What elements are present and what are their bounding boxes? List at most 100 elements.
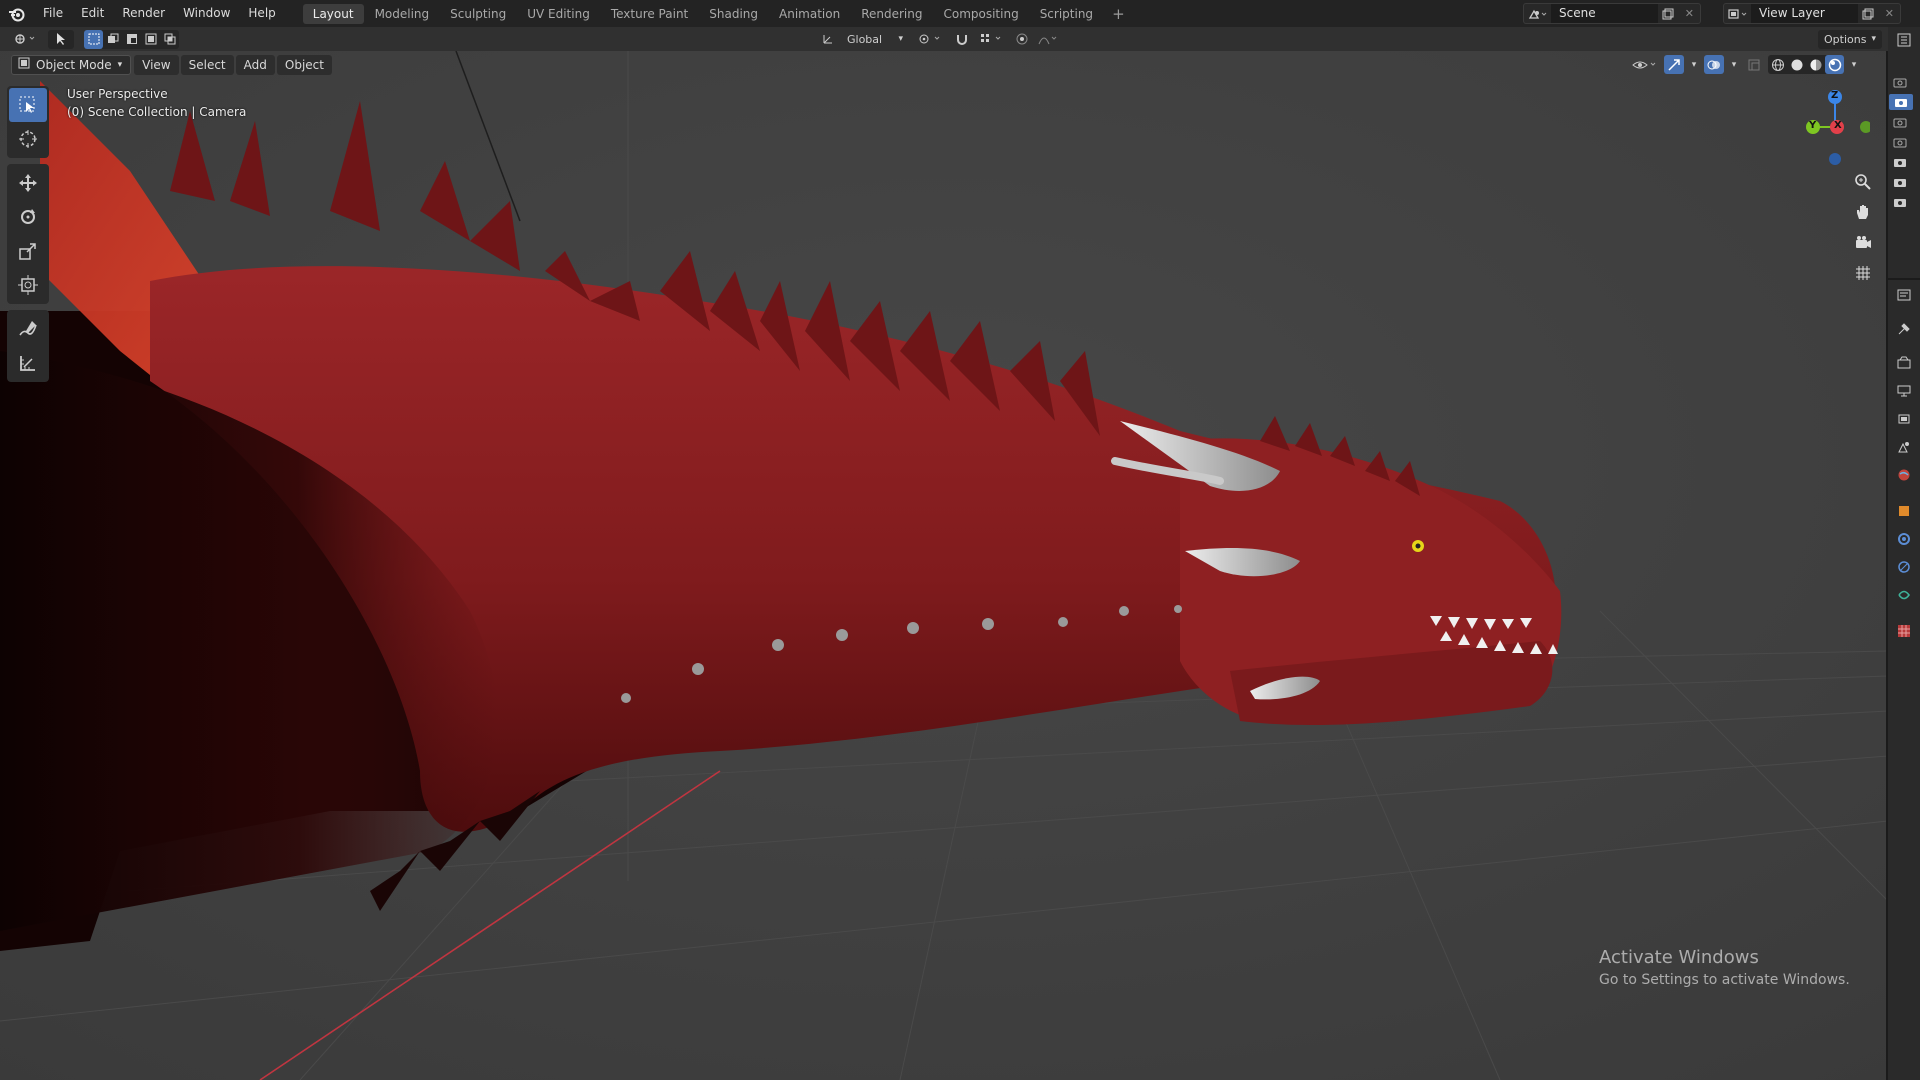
tab-layout[interactable]: Layout [302,3,364,24]
transform-controls: Global ▾ [819,30,1061,49]
tab-scripting[interactable]: Scripting [1030,4,1103,24]
menu-help[interactable]: Help [239,0,284,27]
object-icon[interactable] [1893,500,1915,522]
outliner-editor-icon[interactable] [1893,29,1915,51]
gizmo-x-label: X [1834,120,1842,131]
output-icon[interactable] [1893,380,1915,402]
camera-view-icon[interactable] [1849,229,1877,257]
select-box-icon[interactable] [9,88,47,122]
scene-icon[interactable] [1893,436,1915,458]
select-tool-icon[interactable] [48,29,74,49]
chevron-down-icon[interactable]: ▾ [1688,55,1700,74]
menu-file[interactable]: File [34,0,72,27]
ortho-grid-icon[interactable] [1849,259,1877,287]
camera-icon[interactable] [1893,116,1907,131]
falloff-curve-icon[interactable] [1035,30,1061,49]
select-new-icon[interactable] [84,29,103,49]
viewport-menu-view[interactable]: View [134,54,179,75]
tab-rendering[interactable]: Rendering [851,4,932,24]
chevron-down-icon[interactable]: ▾ [1848,55,1860,74]
tab-sculpting[interactable]: Sculpting [440,4,516,24]
tab-uv-editing[interactable]: UV Editing [517,4,600,24]
material-shading-icon[interactable] [1806,55,1825,74]
zoom-icon[interactable] [1849,168,1877,196]
menu-window[interactable]: Window [174,0,239,27]
pivot-point-icon[interactable] [913,30,949,49]
scale-icon[interactable] [9,234,47,268]
tab-shading[interactable]: Shading [699,4,768,24]
select-intersect-icon[interactable] [160,30,179,49]
annotate-icon[interactable] [9,312,47,346]
menu-render[interactable]: Render [113,0,174,27]
orientation-dropdown[interactable]: Global ▾ [841,30,909,49]
menu-edit[interactable]: Edit [72,0,113,27]
camera-icon[interactable] [1893,136,1907,151]
physics-icon[interactable] [1893,556,1915,578]
outliner-visibility-column [1888,72,1914,212]
overlays-toggle-icon[interactable] [1704,55,1724,74]
tool-settings-bar: Global ▾ Options ▾ [0,27,1888,51]
select-extend-icon[interactable] [103,30,122,49]
render-icon[interactable] [1893,352,1915,374]
constraint-icon[interactable] [1893,584,1915,606]
proportional-edit-icon[interactable] [1013,30,1031,49]
rendered-shading-icon[interactable] [1825,55,1844,74]
properties-editor-icon[interactable] [1893,284,1915,306]
chevron-down-icon[interactable]: ▾ [1728,55,1740,74]
viewport-menu-object[interactable]: Object [276,54,332,75]
xray-toggle-icon[interactable] [1744,55,1764,74]
camera-icon[interactable] [1889,94,1913,110]
new-scene-icon[interactable] [1658,4,1679,23]
tab-texture-paint[interactable]: Texture Paint [601,4,698,24]
delete-view-layer-icon[interactable]: ✕ [1879,4,1900,23]
camera-icon[interactable] [1893,156,1907,171]
wireframe-shading-icon[interactable] [1768,55,1787,74]
cursor-icon[interactable] [9,122,47,156]
world-icon[interactable] [1893,464,1915,486]
new-view-layer-icon[interactable] [1858,4,1879,23]
select-invert-icon[interactable] [141,30,160,49]
perspective-label: User Perspective [67,87,168,101]
orientation-label: Global [847,32,883,46]
texture-icon[interactable] [1893,620,1915,642]
view-layer-name-field[interactable]: View Layer [1751,4,1858,23]
mode-dropdown[interactable]: Object Mode ▾ [11,54,132,75]
camera-icon[interactable] [1893,176,1907,191]
viewport-menu-select[interactable]: Select [180,54,234,75]
camera-icon[interactable] [1893,76,1907,91]
tab-compositing[interactable]: Compositing [933,4,1028,24]
view-layer-selector[interactable]: View Layer ✕ [1723,3,1901,24]
delete-scene-icon[interactable]: ✕ [1679,4,1700,23]
scene-name-field[interactable]: Scene [1551,4,1658,23]
snap-target-icon[interactable] [975,30,1009,49]
scene-selector[interactable]: Scene ✕ [1523,3,1701,24]
blender-logo-icon[interactable] [0,0,34,27]
scene-browse-icon[interactable] [1524,4,1551,23]
options-dropdown[interactable]: Options ▾ [1818,29,1882,49]
snap-toggle-icon[interactable] [953,30,971,49]
tab-modeling[interactable]: Modeling [365,4,440,24]
tool-icon[interactable] [1893,318,1915,340]
pan-hand-icon[interactable] [1849,198,1877,226]
editor-type-icon[interactable] [6,30,46,49]
measure-icon[interactable] [9,346,47,380]
solid-shading-icon[interactable] [1787,55,1806,74]
navigation-gizmo[interactable]: Z Y X [1780,80,1872,170]
rotate-icon[interactable] [9,200,47,234]
3d-viewport[interactable] [0,51,1888,1080]
visibility-icon[interactable] [1630,55,1660,74]
tab-animation[interactable]: Animation [769,4,850,24]
select-subtract-icon[interactable] [122,30,141,49]
view-layer-icon[interactable] [1893,408,1915,430]
camera-icon[interactable] [1893,196,1907,211]
view-layer-browse-icon[interactable] [1724,4,1751,23]
chevron-down-icon: ▾ [117,59,123,70]
gizmo-toggle-icon[interactable] [1664,55,1684,74]
modifier-icon[interactable] [1893,528,1915,550]
gizmo-neg-z[interactable] [1829,153,1841,165]
gizmo-neg-y[interactable] [1860,121,1872,133]
viewport-menu-add[interactable]: Add [235,54,275,75]
move-icon[interactable] [9,166,47,200]
add-workspace-button[interactable]: + [1104,5,1133,23]
transform-icon[interactable] [9,268,47,302]
